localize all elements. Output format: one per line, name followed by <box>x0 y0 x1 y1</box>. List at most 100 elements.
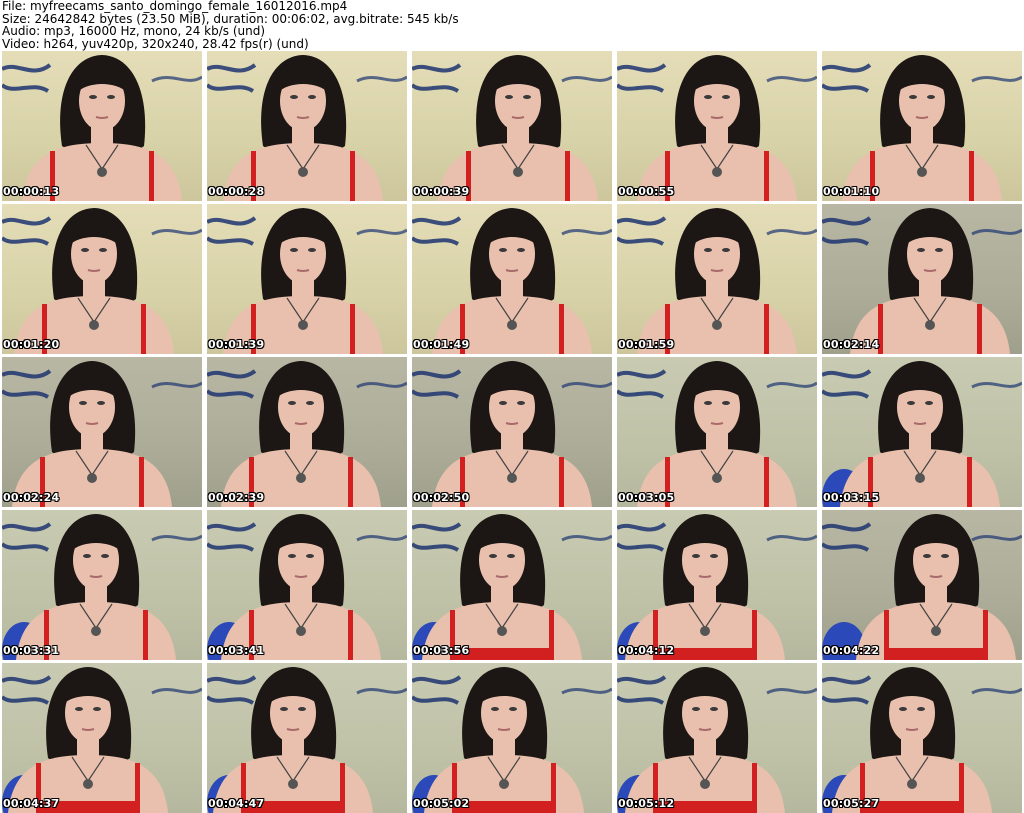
garland-decoration <box>2 369 52 399</box>
frame-timestamp: 00:02:14 <box>823 338 880 351</box>
eye <box>722 95 730 99</box>
garland-decoration <box>617 216 667 246</box>
garland-decoration <box>766 687 817 695</box>
garland-decoration <box>151 228 202 236</box>
pendant <box>296 626 306 636</box>
top-strap <box>348 457 353 507</box>
eye <box>499 248 507 252</box>
garland-decoration <box>561 381 612 389</box>
frame-image <box>822 208 1022 354</box>
garland-decoration <box>356 534 407 542</box>
frame-image <box>617 361 817 507</box>
garland-decoration <box>2 63 52 93</box>
garland-decoration <box>2 522 52 552</box>
eye <box>722 401 730 405</box>
eye <box>308 248 316 252</box>
pendant <box>89 320 99 330</box>
garland-decoration <box>412 522 462 552</box>
pendant <box>296 473 306 483</box>
eye <box>935 248 943 252</box>
frame-image <box>412 514 612 660</box>
frame-timestamp: 00:03:05 <box>618 491 675 504</box>
eye <box>491 707 499 711</box>
frame-image <box>617 667 817 813</box>
mouth <box>294 575 308 578</box>
pendant <box>915 473 925 483</box>
file-info-header: File: myfreecams_santo_domingo_female_16… <box>2 0 1022 50</box>
red-top <box>884 648 988 660</box>
top-strap <box>559 457 564 507</box>
top-strap <box>565 151 570 201</box>
frame-timestamp: 00:02:24 <box>3 491 60 504</box>
top-strap <box>350 304 355 354</box>
mouth <box>710 269 724 272</box>
pendant <box>712 473 722 483</box>
pendant <box>700 626 710 636</box>
pendant <box>507 473 517 483</box>
top-strap <box>764 304 769 354</box>
video-frame-thumbnail: 00:04:37 <box>2 663 202 813</box>
video-frame-thumbnail: 00:01:59 <box>617 204 817 354</box>
frame-image <box>207 667 407 813</box>
garland-decoration <box>766 534 817 542</box>
mouth <box>905 728 919 731</box>
garland-decoration <box>971 687 1022 695</box>
top-strap <box>764 457 769 507</box>
garland-decoration <box>2 216 52 246</box>
video-frame-thumbnail: 00:01:49 <box>412 204 612 354</box>
eye <box>523 95 531 99</box>
mouth <box>294 422 308 425</box>
eye <box>489 554 497 558</box>
garland-decoration <box>207 216 257 246</box>
garland-decoration <box>822 522 872 552</box>
eye <box>509 707 517 711</box>
eye <box>298 707 306 711</box>
mouth <box>698 575 712 578</box>
mouth <box>505 422 519 425</box>
eye <box>93 707 101 711</box>
frame-timestamp: 00:03:31 <box>3 644 60 657</box>
mouth <box>710 422 724 425</box>
video-frame-thumbnail: 00:03:31 <box>2 510 202 660</box>
top-strap <box>559 304 564 354</box>
mouth <box>286 728 300 731</box>
frame-image <box>822 514 1022 660</box>
eye <box>75 707 83 711</box>
video-frame-thumbnail: 00:01:39 <box>207 204 407 354</box>
mouth <box>929 575 943 578</box>
video-frame-thumbnail: 00:05:27 <box>822 663 1022 813</box>
video-frame-thumbnail: 00:01:10 <box>822 51 1022 201</box>
garland-decoration <box>151 687 202 695</box>
video-frame-thumbnail: 00:04:47 <box>207 663 407 813</box>
video-frame-thumbnail: 00:02:39 <box>207 357 407 507</box>
frame-timestamp: 00:01:39 <box>208 338 265 351</box>
eye <box>925 401 933 405</box>
garland-decoration <box>561 228 612 236</box>
video-frame-thumbnail: 00:00:55 <box>617 51 817 201</box>
pendant <box>712 320 722 330</box>
garland-decoration <box>971 75 1022 83</box>
frame-image <box>2 55 202 201</box>
eye <box>704 401 712 405</box>
garland-decoration <box>2 675 52 705</box>
mouth <box>296 116 310 119</box>
garland-decoration <box>822 369 872 399</box>
top-strap <box>141 304 146 354</box>
video-frame-thumbnail: 00:00:39 <box>412 51 612 201</box>
video-frame-thumbnail: 00:02:24 <box>2 357 202 507</box>
video-frame-thumbnail: 00:04:22 <box>822 510 1022 660</box>
frame-image <box>2 514 202 660</box>
eye <box>507 554 515 558</box>
eye <box>290 95 298 99</box>
garland-decoration <box>561 687 612 695</box>
garland-decoration <box>822 63 872 93</box>
frame-timestamp: 00:03:41 <box>208 644 265 657</box>
garland-decoration <box>766 381 817 389</box>
eye <box>899 707 907 711</box>
frame-timestamp: 00:04:47 <box>208 797 265 810</box>
eye <box>288 401 296 405</box>
eye <box>308 95 316 99</box>
mouth <box>81 728 95 731</box>
eye <box>99 248 107 252</box>
garland-decoration <box>971 534 1022 542</box>
